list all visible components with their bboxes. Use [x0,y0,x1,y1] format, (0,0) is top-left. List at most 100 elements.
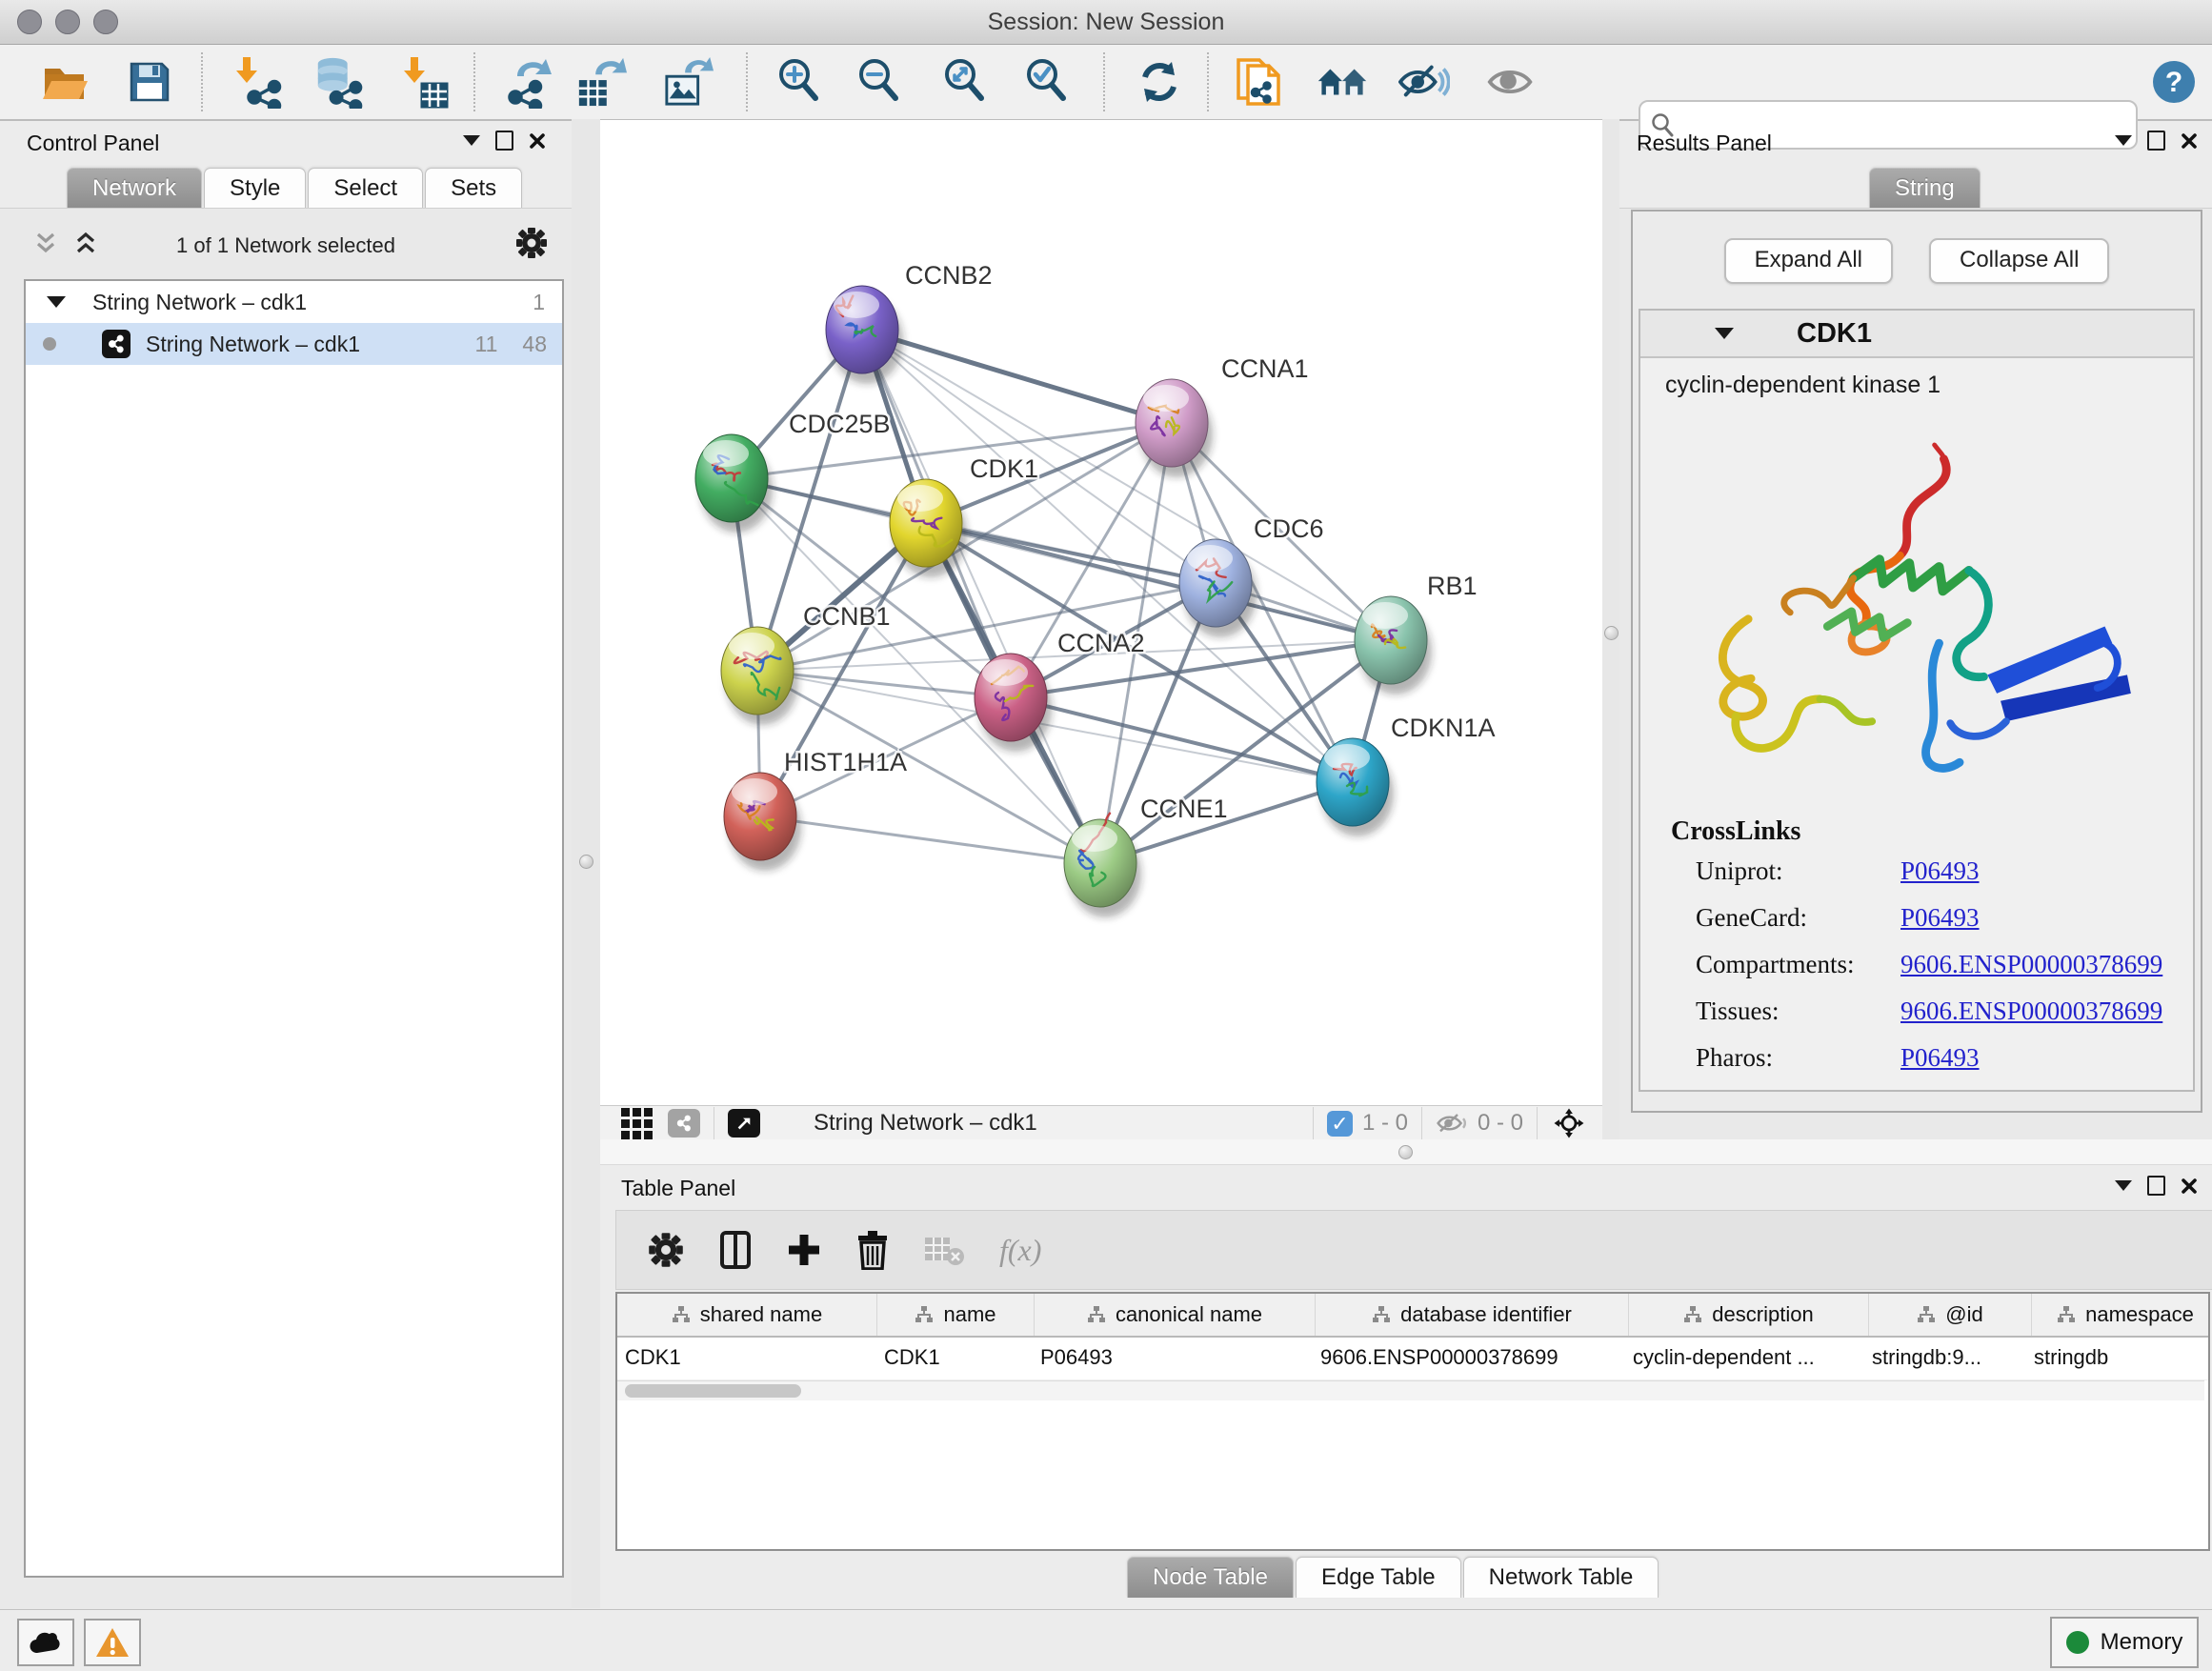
right-splitter[interactable] [1602,119,1619,1139]
left-splitter-handle[interactable] [579,855,593,869]
expand-all-button[interactable]: Expand All [1724,238,1893,284]
tab-string[interactable]: String [1869,168,1981,209]
crosslink-link[interactable]: 9606.ENSP00000378699 [1900,997,2162,1026]
column-header-description[interactable]: description [1629,1294,1869,1336]
results-panel-close-icon[interactable] [2181,132,2198,150]
table-cell: stringdb [2026,1338,2210,1379]
column-header-namespace[interactable]: namespace [2032,1294,2210,1336]
import-network-from-database-icon[interactable] [312,56,364,108]
control-panel-float-icon[interactable] [495,131,513,151]
create-column-plus-icon[interactable] [786,1232,822,1268]
node-gloss [1324,744,1370,771]
table-scrollbar-thumb[interactable] [625,1384,801,1398]
crosslink-link[interactable]: 9606.ENSP00000378699 [1900,950,2162,979]
network-collection-row[interactable]: String Network – cdk1 1 [26,281,562,323]
collection-expander-icon[interactable] [47,296,66,308]
delete-column-trash-icon[interactable] [856,1230,889,1270]
left-splitter[interactable] [572,119,600,1608]
crosslink-link[interactable]: P06493 [1900,1043,1980,1073]
protein-section-header[interactable]: CDK1 [1640,311,2193,358]
show-columns-icon[interactable] [719,1230,752,1270]
table-options-gear-icon[interactable] [647,1231,685,1269]
node-CDKN1A[interactable]: CDKN1A [1317,714,1496,836]
hidden-elements-icon[interactable] [1436,1112,1468,1135]
crosslink-link[interactable]: P06493 [1900,856,1980,886]
import-network-from-file-icon[interactable] [232,56,284,108]
horizontal-splitter[interactable] [600,1139,2212,1165]
table-panel-close-icon[interactable] [2181,1178,2198,1195]
results-panel-menu-icon[interactable] [2115,135,2132,146]
network-options-gear-icon[interactable] [514,226,549,260]
results-panel-title: Results Panel [1637,131,1772,156]
eye-disabled-icon[interactable] [1486,56,1538,108]
column-header-id[interactable]: @id [1869,1294,2032,1336]
save-session-icon[interactable] [124,56,175,108]
tab-select[interactable]: Select [308,168,423,209]
export-table-icon[interactable] [575,56,627,108]
export-image-icon[interactable] [663,56,714,108]
refresh-view-icon[interactable] [1134,56,1185,108]
node-RB1[interactable]: RB1 [1355,572,1478,695]
control-panel-close-icon[interactable] [529,132,546,150]
zoom-in-icon[interactable] [774,56,825,108]
node-HIST1H1A[interactable]: HIST1H1A [724,748,907,871]
column-header-canonical-name[interactable]: canonical name [1035,1294,1316,1336]
column-type-icon [915,1305,934,1324]
help-icon[interactable]: ? [2148,56,2200,108]
right-splitter-handle[interactable] [1604,626,1619,640]
export-network-icon[interactable] [503,56,554,108]
control-panel-menu-icon[interactable] [463,135,480,146]
node-CCNA1[interactable]: CCNA1 [1136,354,1309,477]
tab-node-table[interactable]: Node Table [1127,1557,1294,1598]
table-row[interactable]: CDK1CDK1P064939606.ENSP00000378699cyclin… [617,1338,2208,1380]
home-icon[interactable] [1317,56,1368,108]
birdseye-view-icon[interactable] [728,1109,760,1137]
network-thumbnail-icon[interactable] [668,1109,700,1137]
tab-network-table[interactable]: Network Table [1463,1557,1659,1598]
column-header-name[interactable]: name [877,1294,1035,1336]
node-CCNE1[interactable]: CCNE1 [1064,795,1228,917]
string-documents-icon[interactable] [1235,56,1286,108]
network-canvas[interactable]: CCNB2CCNA1CDC25BCDK1CDC6RB1CCNB1CCNA2CDK… [600,120,1602,1105]
protein-expander-icon[interactable] [1715,328,1734,339]
node-CCNB1[interactable]: CCNB1 [721,602,891,725]
node-gloss [732,778,777,805]
column-header-label: name [943,1302,995,1327]
table-panel-menu-icon[interactable] [2115,1180,2132,1191]
delete-table-icon [923,1234,965,1266]
crosslink-row: Tissues:9606.ENSP00000378699 [1696,997,2193,1026]
table-horizontal-scrollbar[interactable] [617,1380,2204,1400]
column-header-shared-name[interactable]: shared name [617,1294,877,1336]
main-toolbar: ? [0,45,2212,121]
table-panel-float-icon[interactable] [2147,1176,2165,1196]
grid-view-icon[interactable] [621,1108,653,1139]
column-header-label: @id [1945,1302,1982,1327]
open-session-icon[interactable] [40,56,91,108]
memory-button[interactable]: Memory [2050,1617,2199,1668]
column-type-icon [1683,1305,1702,1324]
results-panel-float-icon[interactable] [2147,131,2165,151]
collapse-all-button[interactable]: Collapse All [1929,238,2109,284]
cloud-status-icon[interactable] [17,1619,74,1666]
selected-nodes-checkbox[interactable]: ✓ [1327,1111,1353,1137]
pan-crosshair-icon[interactable] [1551,1107,1587,1139]
warnings-icon[interactable] [84,1619,141,1666]
tab-edge-table[interactable]: Edge Table [1296,1557,1461,1598]
column-header-label: shared name [700,1302,822,1327]
tab-style[interactable]: Style [204,168,306,209]
crosslink-link[interactable]: P06493 [1900,903,1980,933]
eye-visible-icon[interactable] [1398,56,1450,108]
zoom-selected-icon[interactable] [1021,56,1073,108]
import-table-from-file-icon[interactable] [400,56,452,108]
horizontal-splitter-handle[interactable] [1398,1145,1413,1159]
zoom-fit-content-icon[interactable] [939,56,991,108]
tab-network[interactable]: Network [67,168,202,209]
control-panel-title: Control Panel [27,131,159,156]
hidden-count: 0 - 0 [1478,1110,1523,1137]
network-row[interactable]: String Network – cdk1 11 48 [26,323,562,365]
column-header-database-identifier[interactable]: database identifier [1316,1294,1629,1336]
node-CCNB2[interactable]: CCNB2 [826,261,993,384]
control-panel-tabs: NetworkStyleSelectSets [67,168,524,209]
tab-sets[interactable]: Sets [425,168,522,209]
zoom-out-icon[interactable] [854,56,905,108]
